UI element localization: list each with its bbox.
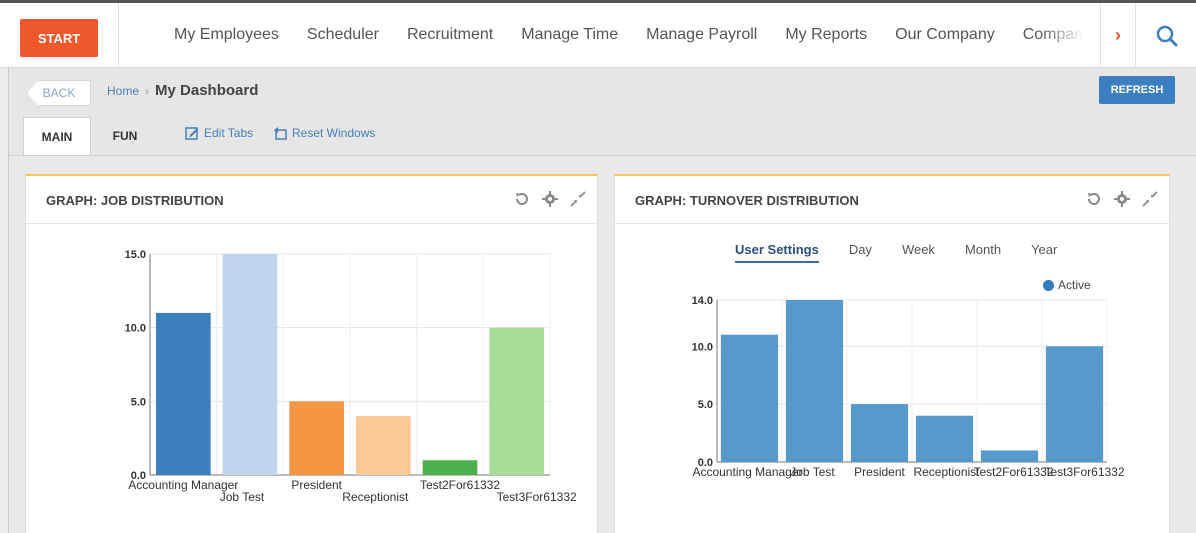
nav-manage-time[interactable]: Manage Time xyxy=(521,26,618,44)
job-distribution-chart: 0.05.010.015.0Accounting ManagerJob Test… xyxy=(125,249,577,504)
bar xyxy=(356,416,411,475)
gear-icon[interactable] xyxy=(541,190,559,208)
gear-icon[interactable] xyxy=(1113,190,1131,208)
bar xyxy=(1045,346,1104,462)
y-tick-label: 5.0 xyxy=(698,399,713,411)
edit-icon xyxy=(185,127,199,140)
bar xyxy=(422,460,478,475)
refresh-icon[interactable] xyxy=(1085,190,1103,208)
x-tick-label: Receptionist xyxy=(342,490,409,504)
bar xyxy=(156,312,211,475)
breadcrumb: Home › My Dashboard xyxy=(107,82,258,99)
edit-tabs-link[interactable]: Edit Tabs xyxy=(185,126,253,140)
x-tick-label: Test3For61332 xyxy=(497,490,577,504)
nav-my-reports[interactable]: My Reports xyxy=(785,26,867,44)
panel-tools xyxy=(1085,190,1159,208)
panel-title: GRAPH: TURNOVER DISTRIBUTION xyxy=(635,193,859,208)
x-tick-label: Receptionist xyxy=(913,465,980,479)
start-button[interactable]: START xyxy=(20,19,98,57)
x-tick-label: Test2For61332 xyxy=(973,465,1053,479)
search-icon[interactable] xyxy=(1152,21,1182,51)
job-distribution-panel: GRAPH: JOB DISTRIBUTION 0.0 5.0 10.0 15.… xyxy=(25,174,598,533)
y-tick-label: 10.0 xyxy=(692,341,713,353)
x-tick-label: Job Test xyxy=(220,490,265,504)
minimize-icon[interactable] xyxy=(569,190,587,208)
nav-my-employees[interactable]: My Employees xyxy=(174,26,279,44)
page-title: My Dashboard xyxy=(155,82,259,99)
panel-header: GRAPH: TURNOVER DISTRIBUTION xyxy=(615,176,1169,224)
refresh-icon[interactable] xyxy=(513,190,531,208)
bar xyxy=(222,254,278,475)
reset-windows-label: Reset Windows xyxy=(292,126,376,140)
y-tick-label: 5.0 xyxy=(131,396,146,408)
top-nav-bar: START My Employees Scheduler Recruitment… xyxy=(0,0,1196,68)
page-header: BACK Home › My Dashboard REFRESH MAIN FU… xyxy=(8,68,1196,156)
panel-tools xyxy=(513,190,587,208)
breadcrumb-home[interactable]: Home xyxy=(107,84,139,98)
turnover-distribution-chart: 0.05.010.014.0Accounting ManagerJob Test… xyxy=(692,295,1125,479)
nav-scheduler[interactable]: Scheduler xyxy=(307,26,379,44)
turnover-distribution-panel: GRAPH: TURNOVER DISTRIBUTION User Settin… xyxy=(614,174,1170,533)
y-tick-label: 10.0 xyxy=(125,323,146,335)
nav-next-arrow[interactable]: › xyxy=(1100,3,1136,67)
bar xyxy=(850,404,909,462)
bar xyxy=(980,450,1039,462)
y-tick-label: 14.0 xyxy=(692,295,713,307)
nav-divider xyxy=(118,3,119,67)
bar xyxy=(915,415,974,462)
nav-manage-payroll[interactable]: Manage Payroll xyxy=(646,26,757,44)
bar xyxy=(489,327,544,475)
nav-fade xyxy=(1040,3,1100,67)
x-tick-label: President xyxy=(291,478,342,492)
refresh-button[interactable]: REFRESH xyxy=(1099,76,1175,104)
tab-main[interactable]: MAIN xyxy=(23,117,91,155)
bar xyxy=(785,300,844,462)
bar xyxy=(289,401,344,475)
x-tick-label: Test2For61332 xyxy=(420,478,500,492)
x-tick-label: Accounting Manager xyxy=(692,465,802,479)
tab-fun[interactable]: FUN xyxy=(95,117,155,155)
edit-tabs-label: Edit Tabs xyxy=(204,126,254,140)
bar xyxy=(720,334,779,462)
panel-header: GRAPH: JOB DISTRIBUTION xyxy=(26,176,597,224)
x-tick-label: Job Test xyxy=(790,465,835,479)
reset-icon xyxy=(274,127,287,140)
minimize-icon[interactable] xyxy=(1141,190,1159,208)
breadcrumb-separator: › xyxy=(145,83,150,98)
dashboard-content: GRAPH: JOB DISTRIBUTION 0.0 5.0 10.0 15.… xyxy=(8,156,1196,533)
panel-title: GRAPH: JOB DISTRIBUTION xyxy=(46,193,224,208)
back-button[interactable]: BACK xyxy=(27,80,91,106)
main-nav: My Employees Scheduler Recruitment Manag… xyxy=(160,3,1095,67)
nav-recruitment[interactable]: Recruitment xyxy=(407,26,493,44)
y-tick-label: 15.0 xyxy=(125,249,146,261)
x-tick-label: Test3For61332 xyxy=(1044,465,1124,479)
x-tick-label: President xyxy=(854,465,905,479)
reset-windows-link[interactable]: Reset Windows xyxy=(273,126,375,140)
nav-our-company[interactable]: Our Company xyxy=(895,26,995,44)
